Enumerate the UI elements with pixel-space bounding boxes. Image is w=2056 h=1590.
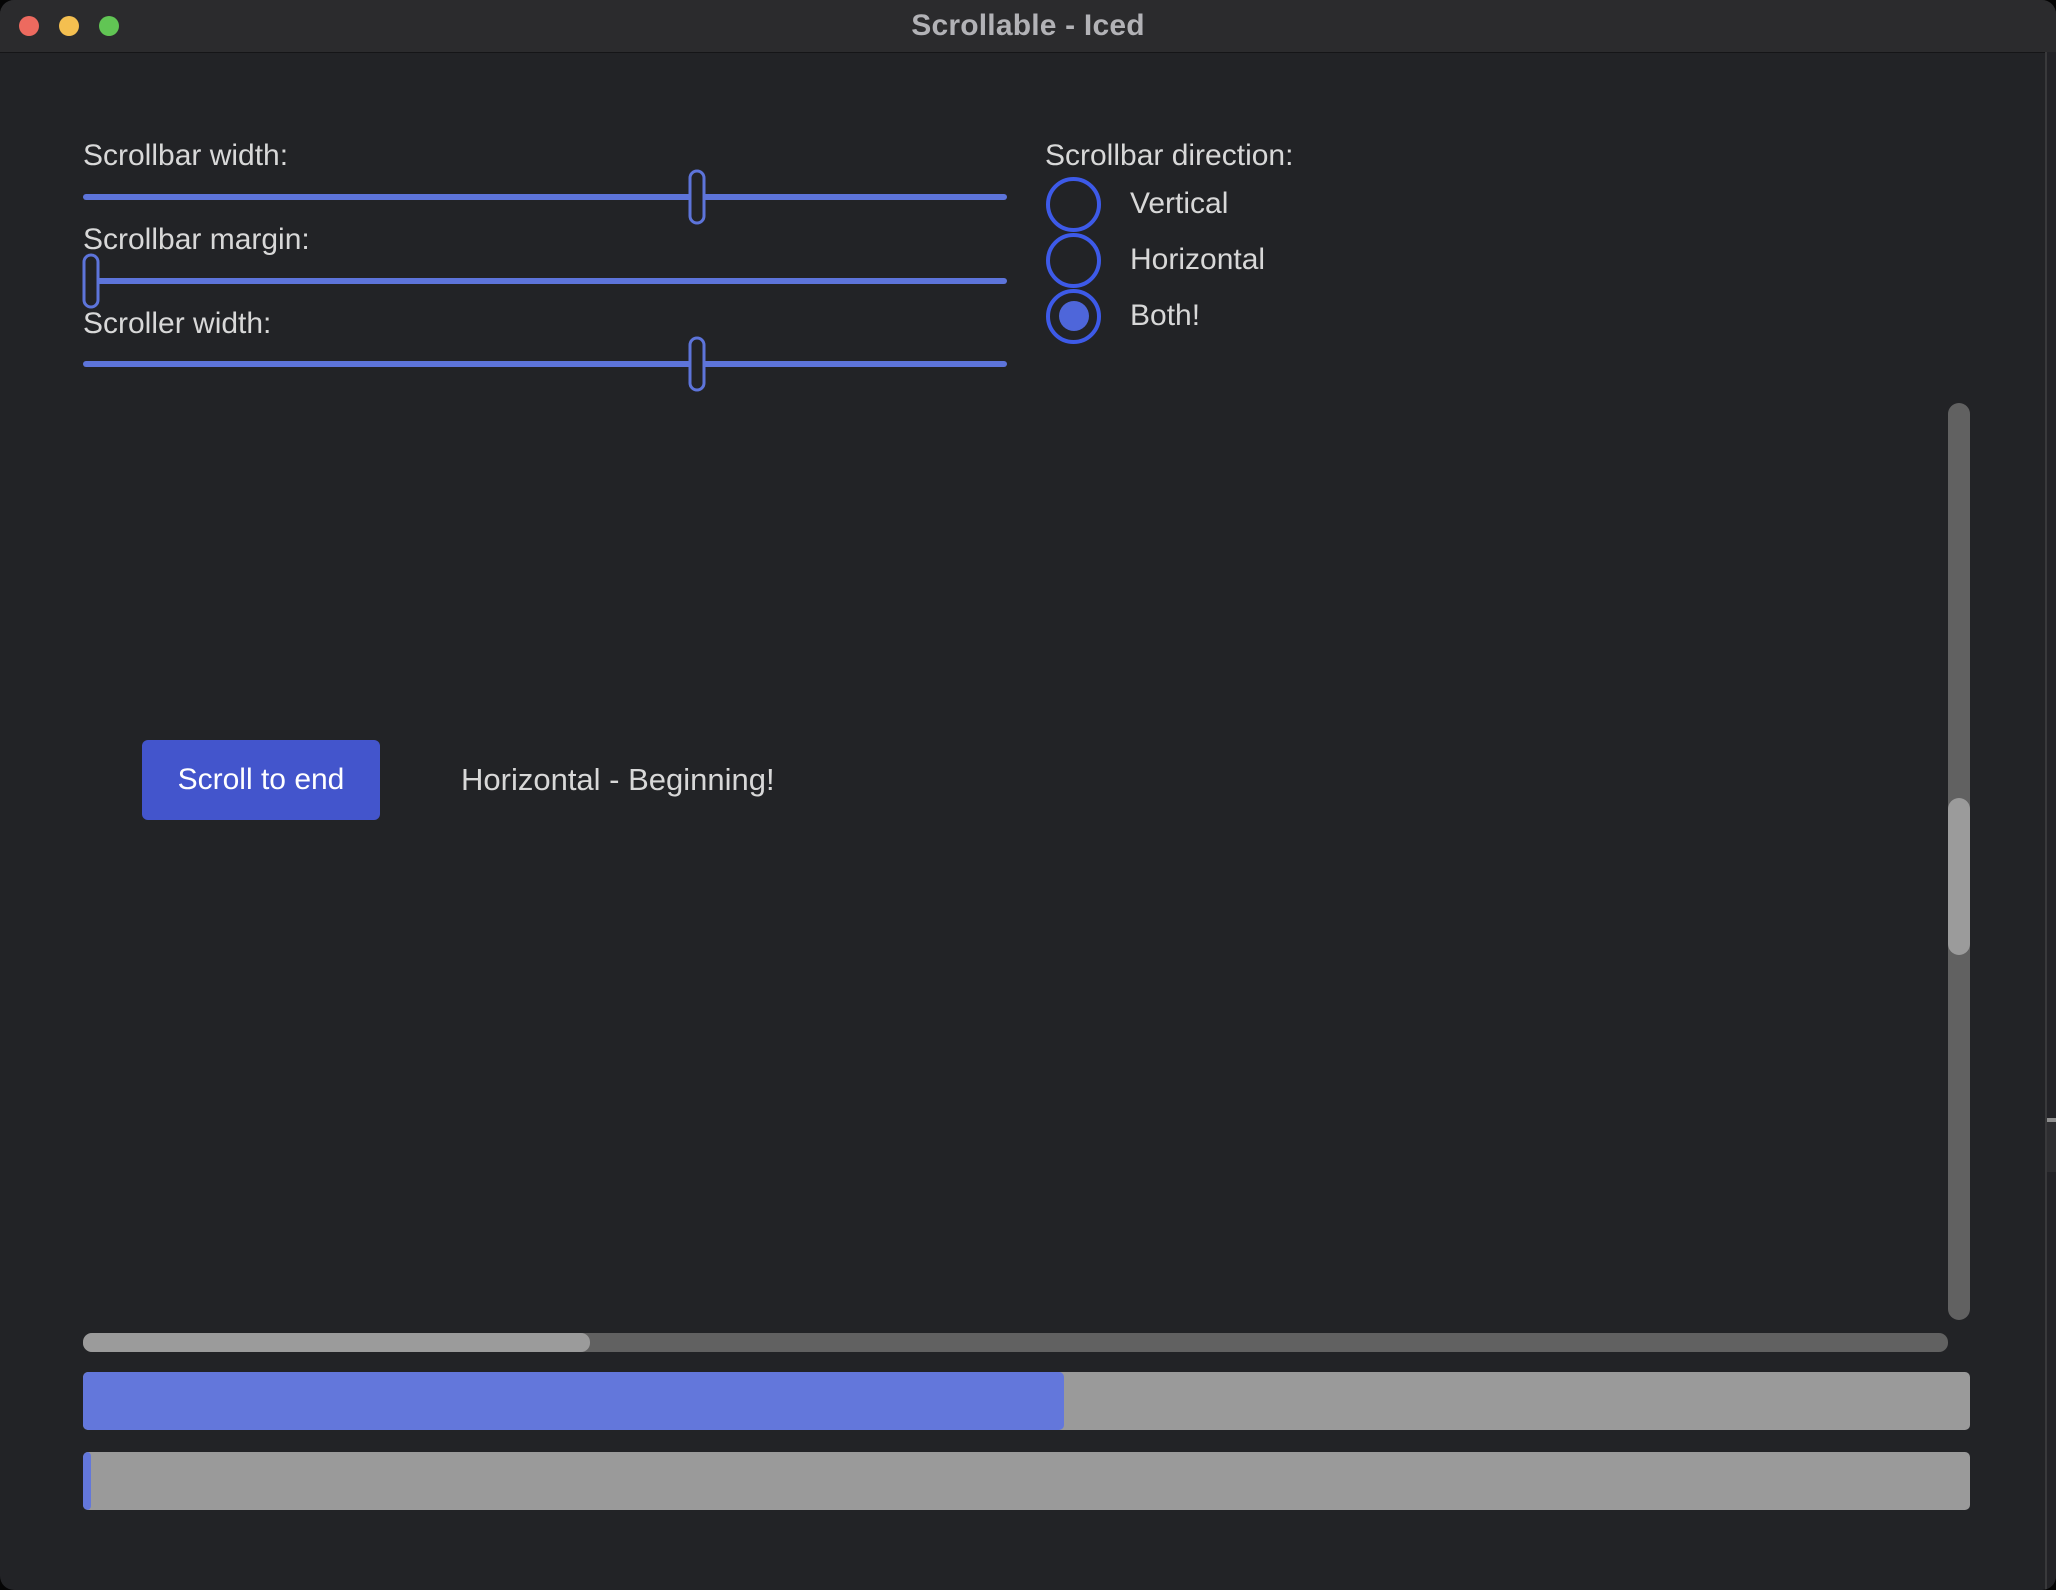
radio-option-horizontal[interactable]: Horizontal xyxy=(1046,232,1265,288)
vertical-scrollbar-thumb[interactable] xyxy=(1948,798,1970,955)
radio-option-label: Horizontal xyxy=(1130,243,1265,277)
radio-option-both[interactable]: Both! xyxy=(1046,288,1200,344)
titlebar: Scrollable - Iced xyxy=(0,0,2056,53)
minimize-button[interactable] xyxy=(59,16,79,36)
radio-icon[interactable] xyxy=(1046,177,1101,232)
edge-scroll-notch-shade xyxy=(2047,1122,2056,1172)
progress-fill xyxy=(83,1452,91,1510)
horizontal-offset-progressbar xyxy=(83,1372,1970,1430)
close-button[interactable] xyxy=(19,16,39,36)
radio-option-label: Vertical xyxy=(1130,187,1228,221)
scroller-width-slider[interactable] xyxy=(83,361,1007,367)
scrollbar-width-slider[interactable] xyxy=(83,194,1007,200)
slider-handle[interactable] xyxy=(688,170,705,225)
app-window: Scrollable - Iced Scrollbar width: Scrol… xyxy=(0,0,2056,1590)
radio-icon[interactable] xyxy=(1046,289,1101,344)
window-edge-divider xyxy=(2045,52,2047,1590)
window-right-gutter xyxy=(2047,52,2056,1590)
radio-option-vertical[interactable]: Vertical xyxy=(1046,176,1228,232)
progress-fill xyxy=(83,1372,1064,1430)
horizontal-scrollbar-track[interactable] xyxy=(83,1333,1948,1352)
radio-dot-icon xyxy=(1059,301,1089,331)
vertical-scrollbar-track[interactable] xyxy=(1948,403,1970,1320)
slider-handle[interactable] xyxy=(688,337,705,392)
slider-handle[interactable] xyxy=(83,254,100,309)
scrollbar-margin-label: Scrollbar margin: xyxy=(83,222,310,258)
zoom-button[interactable] xyxy=(99,16,119,36)
radio-icon[interactable] xyxy=(1046,233,1101,288)
scrollbar-width-label: Scrollbar width: xyxy=(83,138,288,174)
scrollbar-margin-slider[interactable] xyxy=(83,278,1007,284)
window-title: Scrollable - Iced xyxy=(911,9,1144,43)
traffic-lights xyxy=(19,16,119,36)
scroll-to-end-button[interactable]: Scroll to end xyxy=(142,740,380,820)
scroll-status-text: Horizontal - Beginning! xyxy=(461,762,775,798)
scroller-width-label: Scroller width: xyxy=(83,306,271,342)
horizontal-scrollbar-thumb[interactable] xyxy=(83,1333,590,1352)
scrollbar-direction-label: Scrollbar direction: xyxy=(1045,138,1293,174)
radio-option-label: Both! xyxy=(1130,299,1200,333)
vertical-offset-progressbar xyxy=(83,1452,1970,1510)
